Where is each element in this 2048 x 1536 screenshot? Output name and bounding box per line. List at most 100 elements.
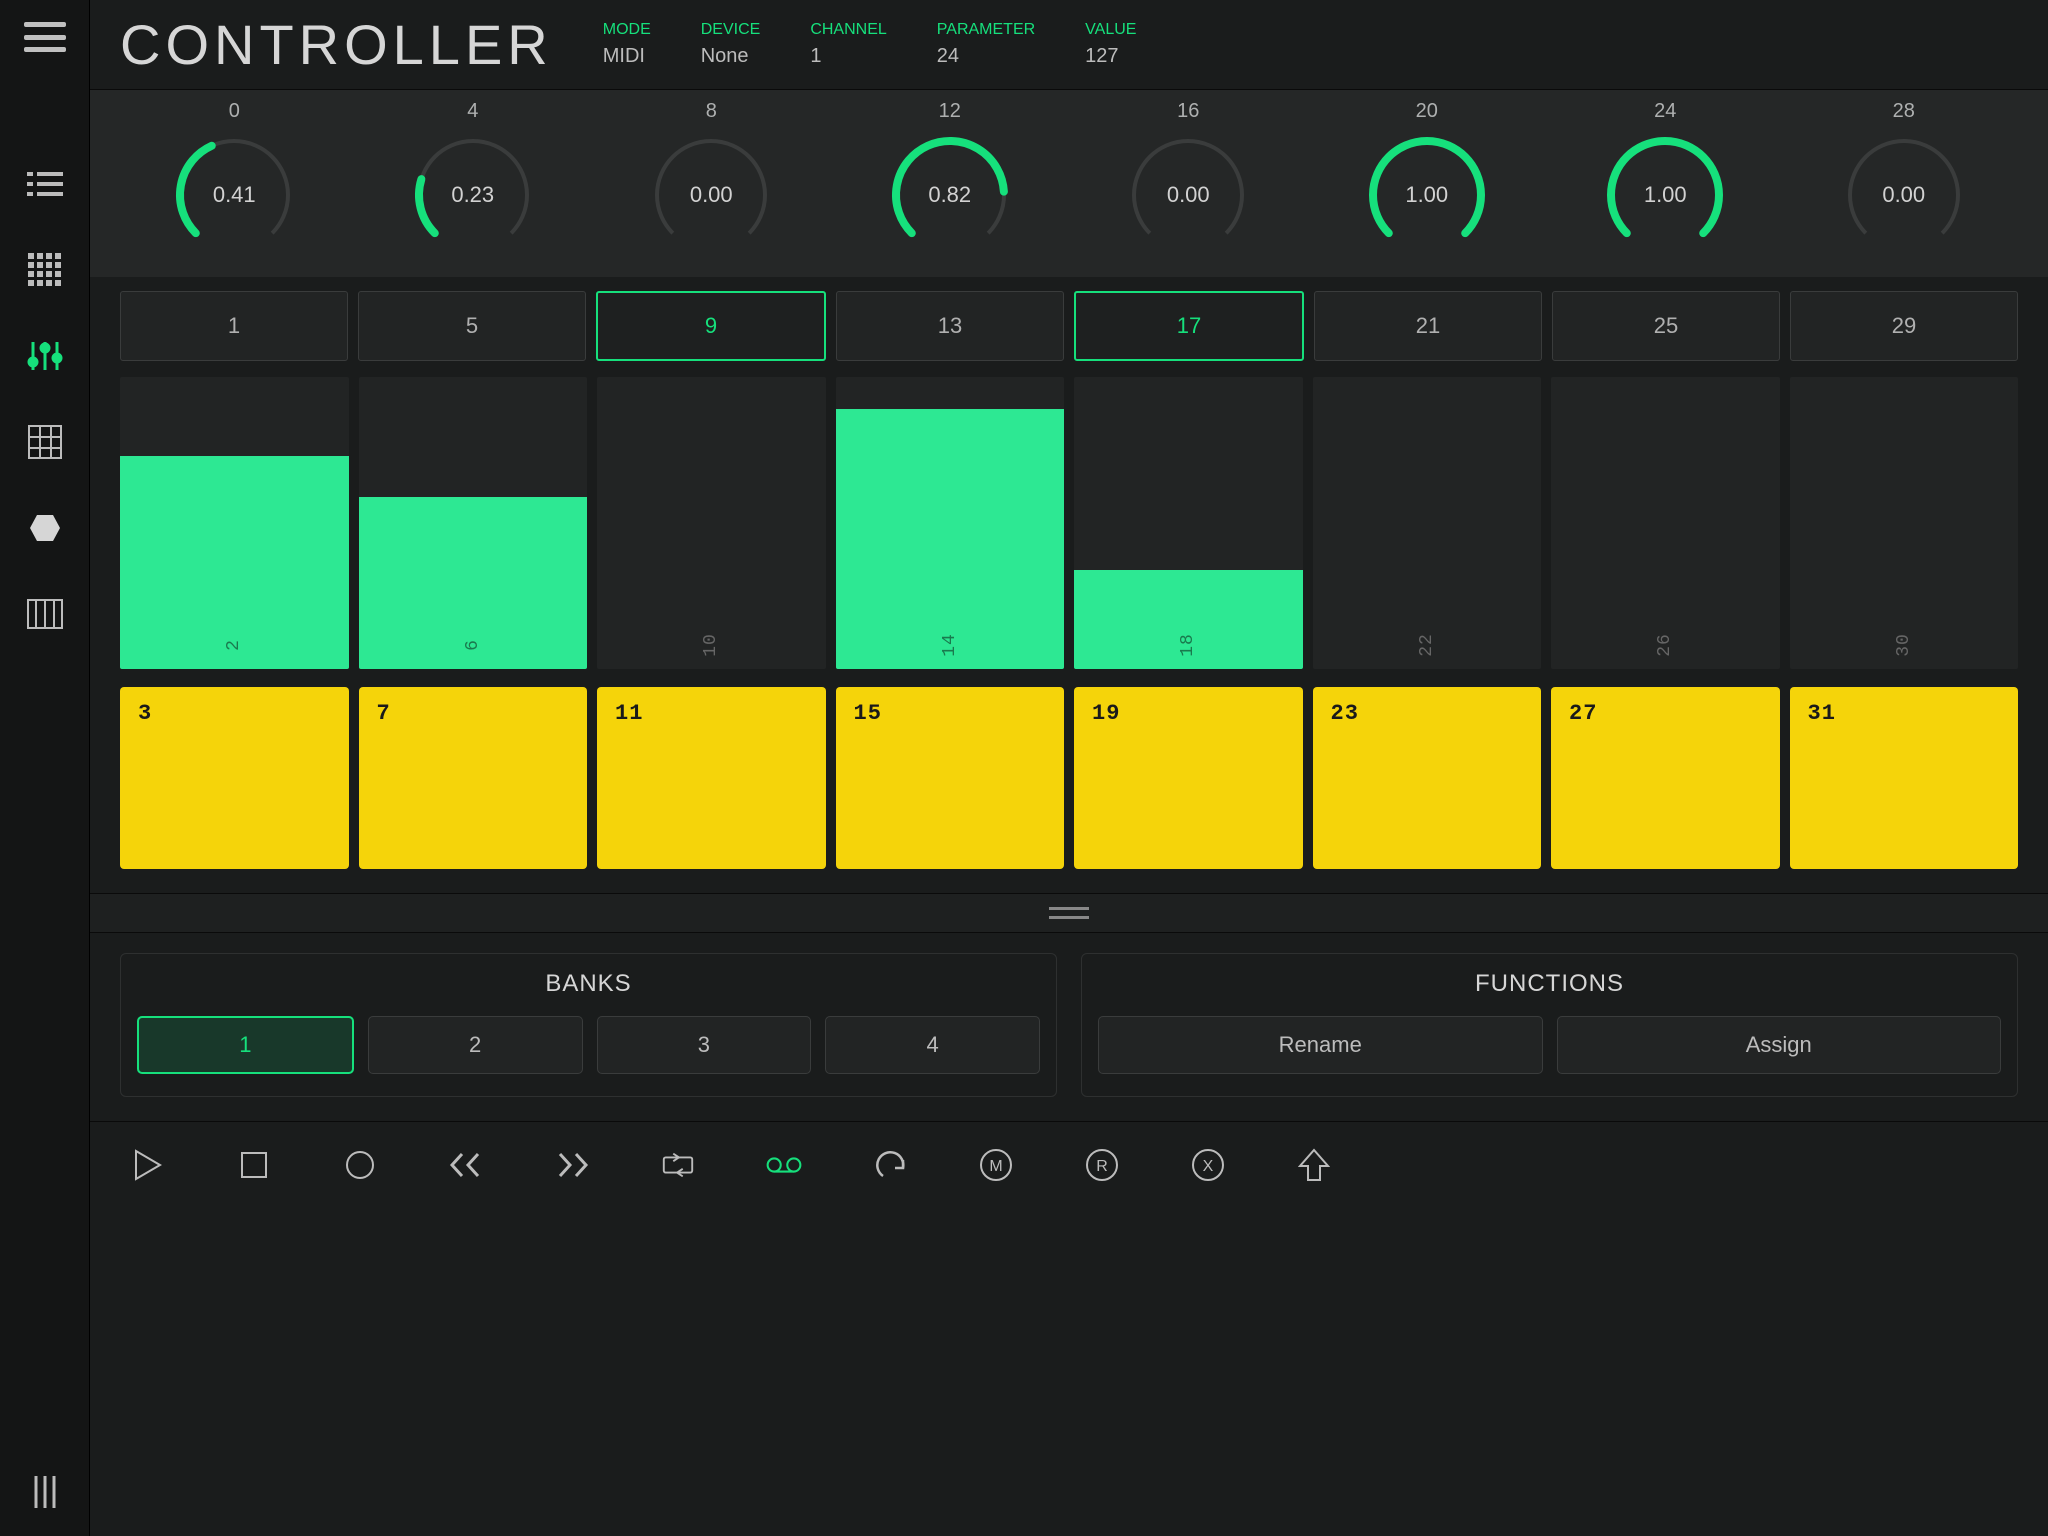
function-button[interactable]: Assign xyxy=(1557,1016,2002,1074)
param-label: PARAMETER xyxy=(937,21,1035,39)
transport-forward-icon[interactable] xyxy=(554,1147,590,1183)
pad[interactable]: 27 xyxy=(1551,687,1780,869)
fader-label: 18 xyxy=(1178,633,1198,657)
header-param[interactable]: VALUE127 xyxy=(1085,21,1136,68)
rail-bars-icon[interactable] xyxy=(25,1472,65,1512)
knob-value: 0.41 xyxy=(170,131,298,259)
param-value: 24 xyxy=(937,45,1035,68)
pad-label: 23 xyxy=(1331,701,1524,726)
pad[interactable]: 11 xyxy=(597,687,826,869)
pad[interactable]: 15 xyxy=(836,687,1065,869)
header-param[interactable]: DEVICE None xyxy=(701,21,761,68)
rail-piano-icon[interactable] xyxy=(25,594,65,634)
param-value: 127 xyxy=(1085,45,1136,68)
knob[interactable]: 0.23 xyxy=(409,131,537,259)
pad-label: 19 xyxy=(1092,701,1285,726)
pad-label: 3 xyxy=(138,701,331,726)
menu-button[interactable] xyxy=(24,22,66,52)
fader[interactable]: 18 xyxy=(1074,377,1303,669)
fader[interactable]: 26 xyxy=(1551,377,1780,669)
transport-rewind-icon[interactable] xyxy=(448,1147,484,1183)
rail-list-icon[interactable] xyxy=(25,164,65,204)
channel-button[interactable]: 21 xyxy=(1314,291,1542,361)
transport-play-icon[interactable] xyxy=(130,1147,166,1183)
transport-undo-icon[interactable] xyxy=(872,1147,908,1183)
channel-button[interactable]: 25 xyxy=(1552,291,1780,361)
knob-label: 24 xyxy=(1654,100,1676,123)
param-label: MODE xyxy=(603,21,651,39)
header-param[interactable]: MODE MIDI xyxy=(603,21,651,68)
knob[interactable]: 0.00 xyxy=(647,131,775,259)
pad[interactable]: 31 xyxy=(1790,687,2019,869)
functions-title: FUNCTIONS xyxy=(1098,970,2001,998)
panel-resize-handle[interactable] xyxy=(90,893,2048,933)
channel-button[interactable]: 13 xyxy=(836,291,1064,361)
transport-tape-icon[interactable] xyxy=(766,1147,802,1183)
pad-label: 11 xyxy=(615,701,808,726)
fader[interactable]: 22 xyxy=(1313,377,1542,669)
fader[interactable]: 6 xyxy=(359,377,588,669)
param-label: CHANNEL xyxy=(810,21,886,39)
banks-panel: BANKS 1234 xyxy=(120,953,1057,1097)
header-param[interactable]: PARAMETER 24 xyxy=(937,21,1035,68)
bank-button[interactable]: 1 xyxy=(137,1016,354,1074)
transport-stop-icon[interactable] xyxy=(236,1147,272,1183)
fader-label: 2 xyxy=(224,639,244,651)
bank-button[interactable]: 4 xyxy=(825,1016,1040,1074)
channel-button[interactable]: 17 xyxy=(1074,291,1304,361)
fader-label: 6 xyxy=(463,639,483,651)
knob[interactable]: 0.82 xyxy=(886,131,1014,259)
pad[interactable]: 23 xyxy=(1313,687,1542,869)
fader[interactable]: 2 xyxy=(120,377,349,669)
pad[interactable]: 3 xyxy=(120,687,349,869)
param-value: MIDI xyxy=(603,45,651,68)
transport-record-icon[interactable] xyxy=(342,1147,378,1183)
fader-label: 14 xyxy=(940,633,960,657)
banks-title: BANKS xyxy=(137,970,1040,998)
channel-button[interactable]: 5 xyxy=(358,291,586,361)
pad[interactable]: 19 xyxy=(1074,687,1303,869)
transport-loop-icon[interactable] xyxy=(660,1147,696,1183)
channel-button[interactable]: 1 xyxy=(120,291,348,361)
knob[interactable]: 0.00 xyxy=(1840,131,1968,259)
fader-label: 26 xyxy=(1655,633,1675,657)
svg-text:M: M xyxy=(989,1158,1002,1175)
knob-value: 0.23 xyxy=(409,131,537,259)
knob-value: 0.00 xyxy=(1840,131,1968,259)
knob-label: 28 xyxy=(1893,100,1915,123)
functions-panel: FUNCTIONS RenameAssign xyxy=(1081,953,2018,1097)
knob-value: 0.82 xyxy=(886,131,1014,259)
pad[interactable]: 7 xyxy=(359,687,588,869)
rail-hexagon-icon[interactable] xyxy=(25,508,65,548)
param-label: DEVICE xyxy=(701,21,761,39)
fader[interactable]: 10 xyxy=(597,377,826,669)
channel-button[interactable]: 9 xyxy=(596,291,826,361)
transport-m-icon[interactable]: M xyxy=(978,1147,1014,1183)
channel-button[interactable]: 29 xyxy=(1790,291,2018,361)
fader-label: 30 xyxy=(1894,633,1914,657)
transport-shift-icon[interactable] xyxy=(1296,1147,1332,1183)
knob-label: 8 xyxy=(706,100,717,123)
bank-button[interactable]: 2 xyxy=(368,1016,583,1074)
transport-x-icon[interactable]: X xyxy=(1190,1147,1226,1183)
pad-label: 15 xyxy=(854,701,1047,726)
knob-label: 12 xyxy=(939,100,961,123)
knob[interactable]: 0.00 xyxy=(1124,131,1252,259)
header-param[interactable]: CHANNEL1 xyxy=(810,21,886,68)
fader[interactable]: 30 xyxy=(1790,377,2019,669)
fader[interactable]: 14 xyxy=(836,377,1065,669)
function-button[interactable]: Rename xyxy=(1098,1016,1543,1074)
knob-value: 1.00 xyxy=(1363,131,1491,259)
transport-r-icon[interactable]: R xyxy=(1084,1147,1120,1183)
rail-grid-icon[interactable] xyxy=(25,250,65,290)
fader-label: 10 xyxy=(701,633,721,657)
bank-button[interactable]: 3 xyxy=(597,1016,812,1074)
knob[interactable]: 1.00 xyxy=(1601,131,1729,259)
rail-sliders-icon[interactable] xyxy=(25,336,65,376)
page-title: CONTROLLER xyxy=(120,12,553,77)
knob[interactable]: 1.00 xyxy=(1363,131,1491,259)
pad-label: 27 xyxy=(1569,701,1762,726)
rail-matrix-icon[interactable] xyxy=(25,422,65,462)
knob[interactable]: 0.41 xyxy=(170,131,298,259)
param-value: None xyxy=(701,45,761,68)
